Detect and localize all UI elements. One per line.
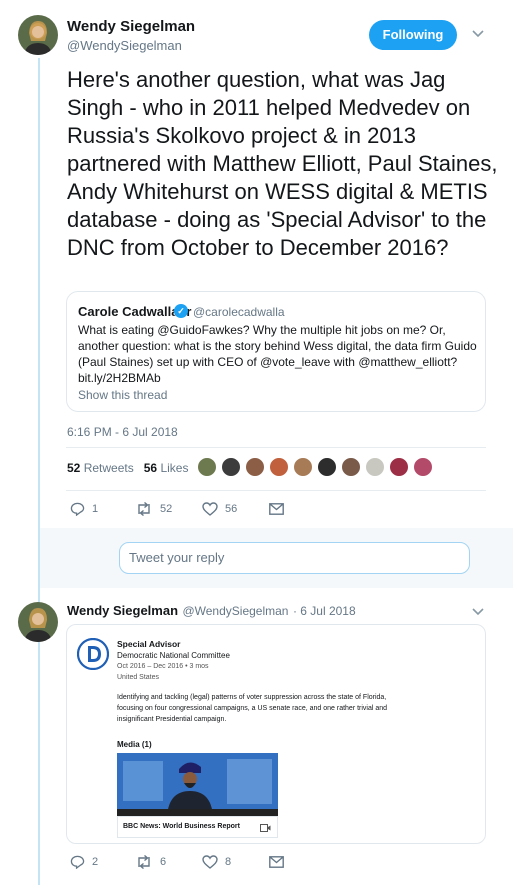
like-action[interactable]: 56 bbox=[202, 502, 237, 516]
dnc-logo-icon bbox=[77, 638, 109, 670]
avatar[interactable] bbox=[18, 602, 58, 642]
heart-icon bbox=[202, 855, 218, 869]
reply-author-handle[interactable]: @WendySiegelman bbox=[182, 604, 288, 618]
author-name[interactable]: Wendy Siegelman bbox=[67, 18, 195, 35]
envelope-icon bbox=[269, 503, 284, 515]
chevron-down-icon[interactable] bbox=[472, 605, 484, 619]
direct-message-action[interactable] bbox=[269, 503, 291, 515]
reply-count: 2 bbox=[92, 856, 99, 868]
retweet-action[interactable]: 52 bbox=[135, 502, 172, 516]
liker-avatar[interactable] bbox=[293, 457, 313, 477]
tweet-text: Here's another question, what was Jag Si… bbox=[67, 67, 498, 260]
like-count: 8 bbox=[225, 856, 232, 868]
avatar-image bbox=[18, 15, 58, 55]
following-button[interactable]: Following bbox=[369, 20, 457, 50]
liker-avatar[interactable] bbox=[317, 457, 337, 477]
likes-count: 56 bbox=[143, 461, 158, 475]
divider bbox=[66, 490, 486, 491]
liker-avatar[interactable] bbox=[197, 457, 217, 477]
reply-icon bbox=[70, 502, 85, 516]
likes-label: Likes bbox=[160, 461, 189, 475]
liker-avatar[interactable] bbox=[221, 457, 241, 477]
card-media-caption-text: BBC News: World Business Report bbox=[123, 823, 240, 830]
retweets-stat[interactable]: 52 Retweets bbox=[67, 461, 134, 475]
tweet-timestamp[interactable]: 6:16 PM - 6 Jul 2018 bbox=[67, 425, 178, 439]
author-handle[interactable]: @WendySiegelman bbox=[67, 38, 182, 53]
avatar[interactable] bbox=[18, 15, 58, 55]
reply-date[interactable]: · 6 Jul 2018 bbox=[293, 604, 356, 618]
retweets-label: Retweets bbox=[83, 461, 134, 475]
retweet-count: 52 bbox=[160, 503, 173, 515]
card-organization: Democratic National Committee bbox=[117, 651, 230, 660]
direct-message-action[interactable] bbox=[269, 856, 291, 868]
video-icon bbox=[260, 824, 271, 832]
retweets-count: 52 bbox=[67, 461, 81, 475]
show-thread-link[interactable]: Show this thread bbox=[78, 388, 167, 402]
attached-image-card[interactable]: Special Advisor Democratic National Comm… bbox=[66, 624, 486, 844]
card-media-caption: BBC News: World Business Report bbox=[117, 816, 278, 838]
card-job-title: Special Advisor bbox=[117, 639, 181, 649]
reply-icon bbox=[70, 855, 85, 869]
card-dates: Oct 2016 – Dec 2016 • 3 mos bbox=[117, 663, 209, 670]
reply-action[interactable]: 2 bbox=[70, 855, 98, 869]
liker-avatar[interactable] bbox=[245, 457, 265, 477]
bbc-news-thumbnail bbox=[117, 753, 278, 816]
reply-tweet-header: Wendy Siegelman @WendySiegelman · 6 Jul … bbox=[67, 602, 356, 620]
retweet-action[interactable]: 6 bbox=[135, 855, 166, 869]
liker-avatar[interactable] bbox=[341, 457, 361, 477]
likes-stat[interactable]: 56 Likes bbox=[144, 461, 189, 475]
retweet-count: 6 bbox=[160, 856, 167, 868]
card-description: focusing on four congressional campaigns… bbox=[117, 705, 388, 712]
liker-avatar[interactable] bbox=[365, 457, 385, 477]
avatar-image bbox=[18, 602, 58, 642]
divider bbox=[66, 447, 486, 448]
envelope-icon bbox=[269, 856, 284, 868]
card-media-label: Media (1) bbox=[117, 740, 152, 749]
verified-badge-icon: ✓ bbox=[174, 304, 188, 318]
chevron-down-icon[interactable] bbox=[472, 27, 484, 41]
reply-input[interactable]: Tweet your reply bbox=[119, 542, 470, 574]
liker-avatar[interactable] bbox=[413, 457, 433, 477]
heart-icon bbox=[202, 502, 218, 516]
liker-avatar[interactable] bbox=[389, 457, 409, 477]
reply-count: 1 bbox=[92, 503, 99, 515]
like-action[interactable]: 8 bbox=[202, 855, 231, 869]
liker-avatar[interactable] bbox=[269, 457, 289, 477]
card-description: insignificant Presidential campaign. bbox=[117, 716, 227, 723]
retweet-icon bbox=[138, 502, 150, 516]
quoted-author-handle: @carolecadwalla bbox=[193, 305, 285, 319]
card-description: Identifying and tackling (legal) pattern… bbox=[117, 694, 387, 701]
retweet-icon bbox=[138, 855, 150, 869]
quoted-tweet-text: What is eating @GuidoFawkes? Why the mul… bbox=[78, 323, 477, 385]
like-count: 56 bbox=[225, 503, 238, 515]
thread-line bbox=[38, 58, 40, 885]
quoted-tweet[interactable]: Carole Cadwalladr ✓ @carolecadwalla What… bbox=[66, 291, 486, 412]
reply-author-name[interactable]: Wendy Siegelman bbox=[67, 603, 178, 618]
reply-box-spacer bbox=[66, 542, 112, 574]
card-location: United States bbox=[117, 674, 160, 681]
tweet-stats: 52 Retweets 56 Likes bbox=[67, 461, 188, 475]
reply-action[interactable]: 1 bbox=[70, 502, 98, 516]
